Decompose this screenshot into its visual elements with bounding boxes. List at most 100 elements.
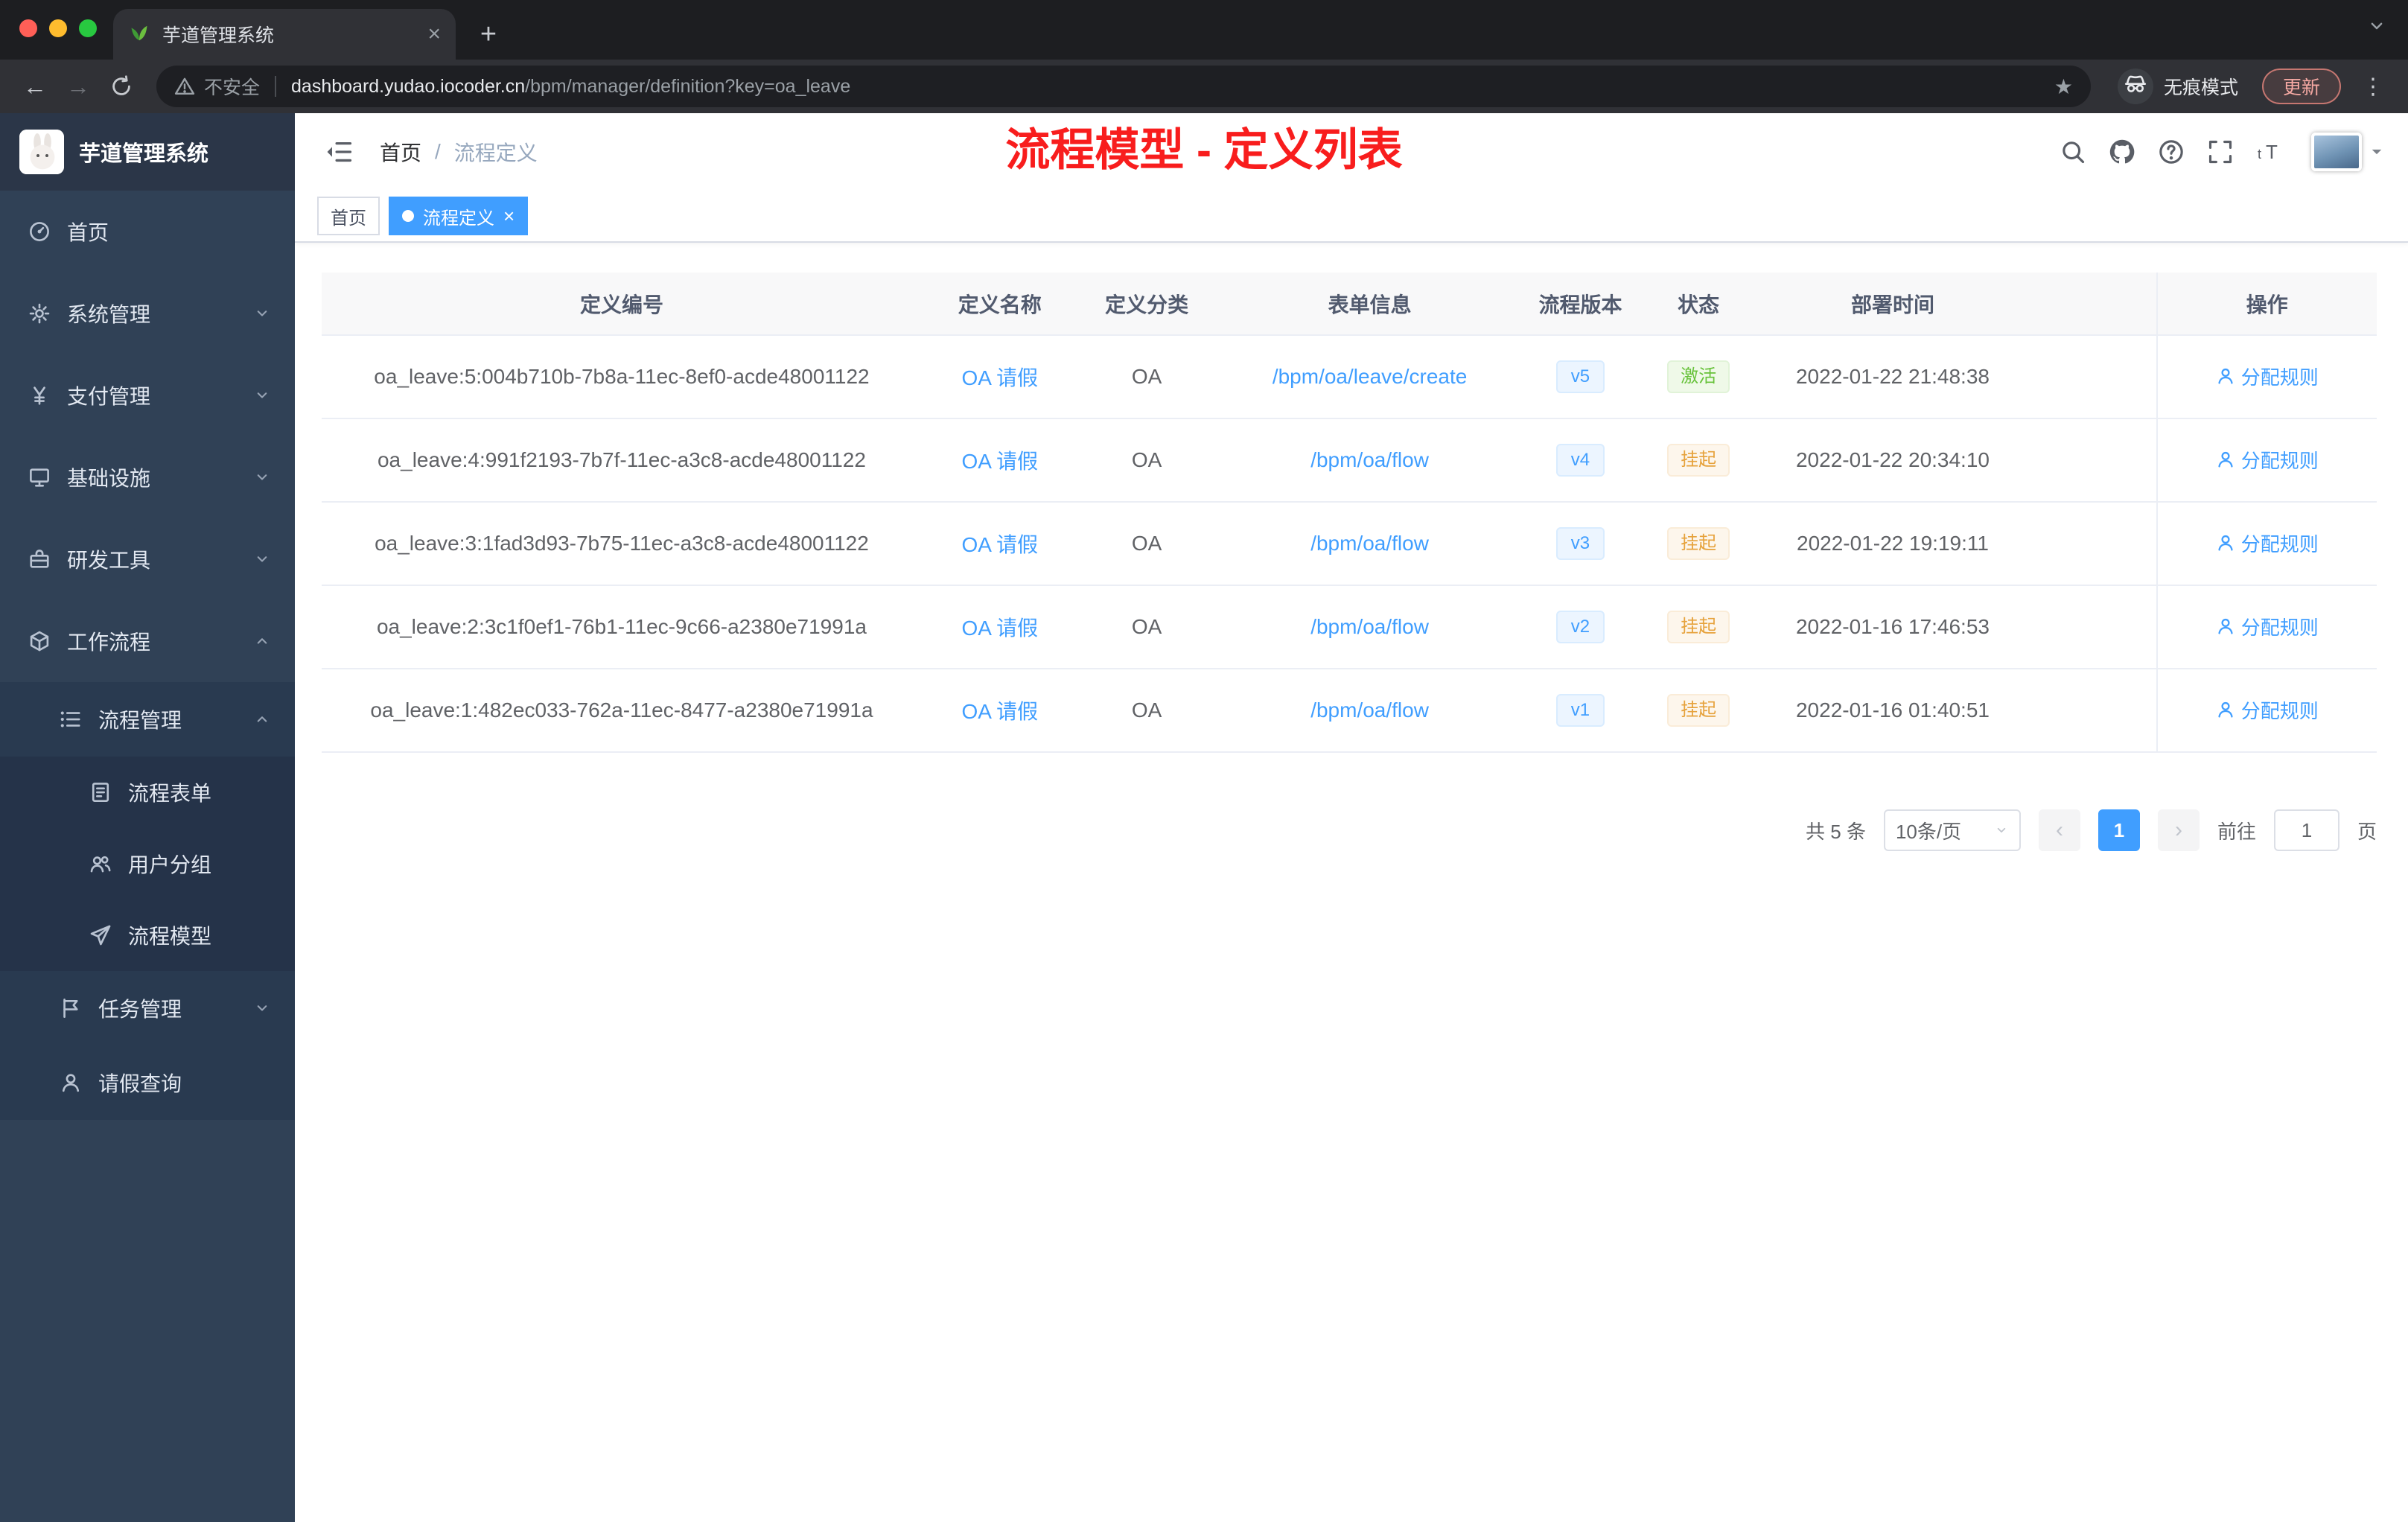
chevron-up-icon [253,710,271,728]
cell-status: 挂起 [1637,502,1760,586]
user-menu[interactable] [2311,133,2384,171]
sidebar-item-user-group[interactable]: 用户分组 [0,828,295,899]
breadcrumb-home[interactable]: 首页 [380,137,421,167]
new-tab-button[interactable]: + [468,13,509,55]
url-text[interactable]: dashboard.yudao.iocoder.cn/bpm/manager/d… [291,76,850,98]
form-info-link[interactable]: /bpm/oa/flow [1310,698,1429,722]
tag-home[interactable]: 首页 [317,197,380,235]
user-icon [2216,617,2235,636]
close-window-button[interactable] [19,19,37,37]
definition-name-link[interactable]: OA 请假 [961,617,1038,640]
cell-deploy-time: 2022-01-22 19:19:11 [1759,502,2025,586]
sprout-icon [128,21,150,48]
page-unit-label: 页 [2357,820,2377,843]
fullscreen-icon[interactable] [2207,138,2234,165]
version-tag: v2 [1555,611,1605,643]
assign-rule-label: 分配规则 [2240,532,2319,555]
cell-status: 激活 [1637,335,1760,419]
minimize-window-button[interactable] [49,19,67,37]
table-row: oa_leave:2:3c1f0ef1-76b1-11ec-9c66-a2380… [322,585,2377,669]
tag-active-dot [402,210,414,222]
definition-name-link[interactable]: OA 请假 [961,366,1038,389]
sidebar-item-system-management[interactable]: 系统管理 [0,273,295,354]
page-1-button[interactable]: 1 [2098,809,2140,851]
prev-page-button[interactable]: ‹ [2038,809,2080,851]
assign-rule-link[interactable]: 分配规则 [2216,363,2319,390]
cell-deploy-time: 2022-01-16 17:46:53 [1759,585,2025,669]
assign-rule-label: 分配规则 [2240,699,2319,722]
sidebar-item-task-management[interactable]: 任务管理 [0,971,295,1045]
cell-definition-id: oa_leave:4:991f2193-7b7f-11ec-a3c8-acde4… [322,418,922,503]
sidebar-item-label: 用户分组 [128,853,212,876]
chevron-down-icon [253,305,271,322]
definition-name-link[interactable]: OA 请假 [961,450,1038,473]
search-icon[interactable] [2060,138,2086,165]
avatar[interactable] [2311,133,2362,171]
column-header: 定义编号 [322,273,922,336]
form-icon [89,781,112,803]
form-info-link[interactable]: /bpm/oa/flow [1310,448,1429,471]
tag-process-definition[interactable]: 流程定义 × [389,197,529,235]
version-tag: v3 [1555,527,1605,560]
omnibox[interactable]: 不安全 dashboard.yudao.iocoder.cn/bpm/manag… [156,66,2091,107]
browser-tab[interactable]: 芋道管理系统 × [113,9,456,60]
definition-name-link[interactable]: OA 请假 [961,700,1038,723]
cell-version: v3 [1523,502,1637,586]
cell-form-info: /bpm/oa/flow [1215,502,1524,586]
sidebar-item-dev-tools[interactable]: 研发工具 [0,518,295,600]
toolbox-icon [28,548,51,570]
sidebar-item-home[interactable]: 首页 [0,191,295,273]
browser-menu-icon[interactable]: ⋮ [2353,74,2393,100]
cell-filler [2025,418,2157,503]
sidebar-item-process-management[interactable]: 流程管理 [0,682,295,757]
back-button[interactable]: ← [15,66,55,106]
page-size-select[interactable]: 10条/页 [1883,809,2021,851]
table-row: oa_leave:1:482ec033-762a-11ec-8477-a2380… [322,669,2377,753]
sidebar: 芋道管理系统 首页 系统管理 支付管理 基础设施 研发工具 工作流程 流程管理 流程表单 用户分… [0,113,295,1522]
caret-down-icon[interactable] [2369,144,2384,159]
refresh-button[interactable] [101,66,141,106]
github-icon[interactable] [2109,138,2135,165]
assign-rule-link[interactable]: 分配规则 [2216,613,2319,640]
sidebar-item-leave-query[interactable]: 请假查询 [0,1045,295,1120]
security-label[interactable]: 不安全 [204,73,260,100]
hamburger-icon[interactable] [319,138,359,166]
cell-definition-id: oa_leave:3:1fad3d93-7b75-11ec-a3c8-acde4… [322,502,922,586]
form-info-link[interactable]: /bpm/oa/flow [1310,532,1429,555]
question-icon[interactable] [2158,138,2185,165]
form-info-link[interactable]: /bpm/oa/flow [1310,615,1429,638]
sidebar-item-workflow[interactable]: 工作流程 [0,600,295,682]
cell-version: v4 [1523,418,1637,503]
user-icon [2216,450,2235,469]
goto-page-input[interactable] [2273,809,2339,851]
star-icon[interactable]: ★ [2054,74,2073,99]
chevron-down-icon [253,386,271,404]
fontsize-icon[interactable]: tT [2256,138,2283,165]
sidebar-item-infrastructure[interactable]: 基础设施 [0,436,295,518]
svg-text:T: T [2266,141,2278,163]
tab-close-icon[interactable]: × [427,23,441,45]
cell-form-info: /bpm/oa/flow [1215,585,1524,669]
column-header: 状态 [1637,273,1760,336]
tab-search-chevron-icon[interactable] [2366,15,2387,42]
assign-rule-link[interactable]: 分配规则 [2216,529,2319,557]
tab-title: 芋道管理系统 [162,25,275,46]
tag-label: 流程定义 [423,208,494,229]
definition-name-link[interactable]: OA 请假 [961,533,1038,556]
form-info-link[interactable]: /bpm/oa/leave/create [1273,365,1468,388]
column-header: 操作 [2156,273,2377,336]
sidebar-item-process-form[interactable]: 流程表单 [0,757,295,828]
next-page-button[interactable]: › [2157,809,2200,851]
forward-button[interactable]: → [58,66,98,106]
sidebar-item-label: 流程表单 [128,782,212,805]
cell-filler [2025,669,2157,753]
yen-icon [28,384,51,407]
sidebar-item-payment-management[interactable]: 支付管理 [0,354,295,436]
cell-filler [2025,585,2157,669]
assign-rule-link[interactable]: 分配规则 [2216,696,2319,724]
close-icon[interactable]: × [503,206,515,226]
maximize-window-button[interactable] [79,19,97,37]
sidebar-item-process-model[interactable]: 流程模型 [0,899,295,971]
assign-rule-link[interactable]: 分配规则 [2216,446,2319,474]
update-button[interactable]: 更新 [2261,69,2341,104]
